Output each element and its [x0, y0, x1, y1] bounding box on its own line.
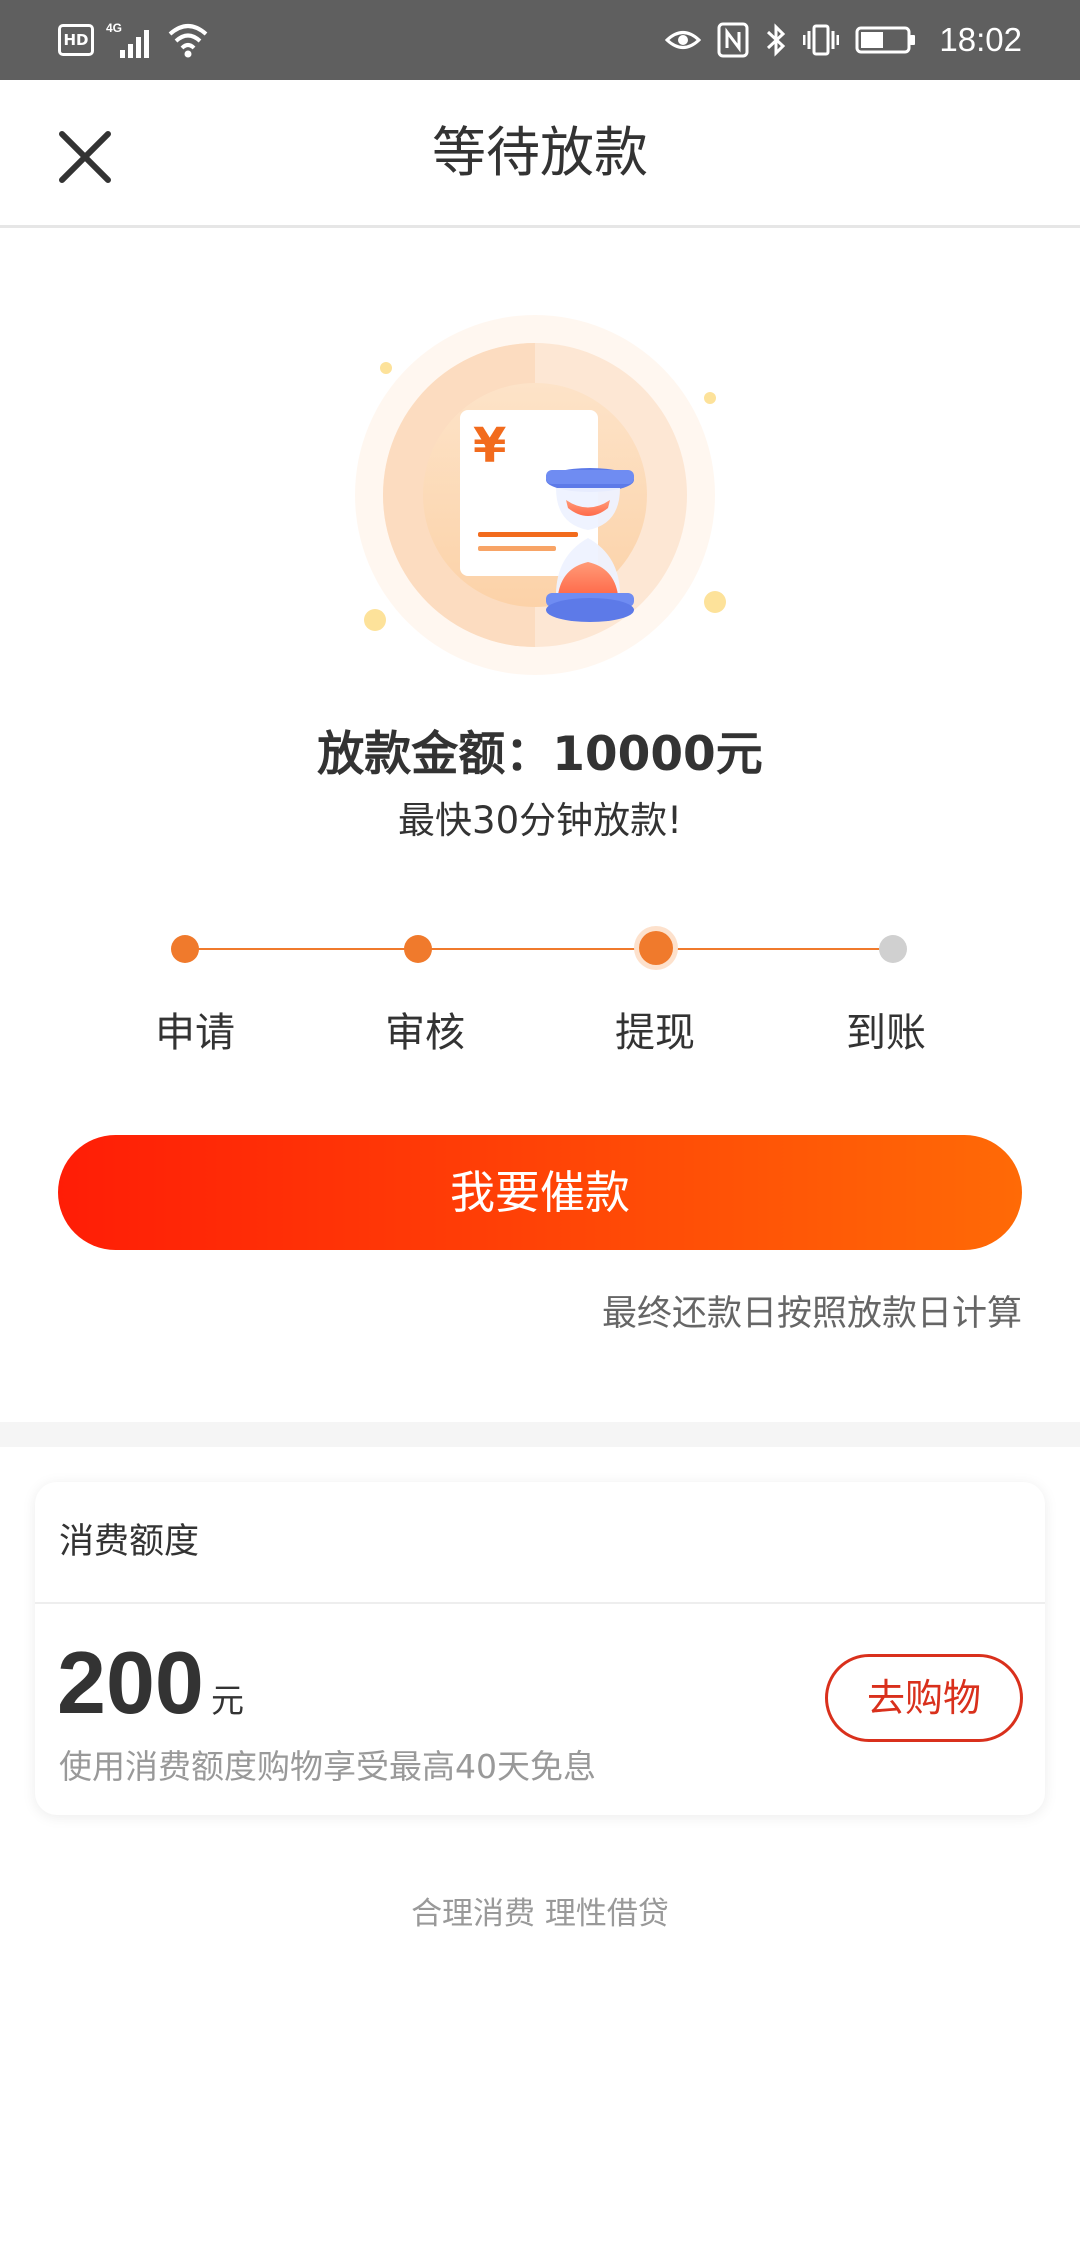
vibrate-icon [803, 24, 840, 56]
step-connector [185, 948, 418, 950]
step-dot-apply [171, 935, 199, 963]
network-type: 4G [106, 21, 122, 35]
step-dot-arrive [879, 935, 907, 963]
credit-separator [35, 1602, 1045, 1604]
step-connector [656, 948, 893, 950]
go-shopping-button[interactable]: 去购物 [825, 1654, 1023, 1742]
status-time: 18:02 [939, 21, 1022, 58]
hd-badge: HD [58, 24, 94, 56]
progress-steps: 申请 审核 提现 到账 [0, 926, 1080, 1060]
cellular-signal-icon: 4G [106, 21, 149, 58]
step-dot-withdraw [639, 931, 673, 965]
credit-description: 使用消费额度购物享受最高40天免息 [59, 1747, 596, 1786]
repay-note: 最终还款日按照放款日计算 [601, 1294, 1022, 1334]
battery-icon [855, 26, 916, 54]
bluetooth-icon [767, 23, 786, 57]
waiting-illustration: ¥ [340, 310, 740, 680]
nfc-icon [717, 22, 749, 58]
close-button[interactable] [50, 122, 120, 192]
credit-title: 消费额度 [59, 1522, 200, 1562]
step-dot-review [404, 935, 432, 963]
status-bar: HD 4G 18:02 [0, 0, 1080, 80]
step-label-arrive: 到账 [846, 1010, 926, 1056]
status-left: HD 4G [58, 0, 210, 80]
credit-amount: 200 [57, 1633, 204, 1732]
eye-icon [665, 31, 702, 49]
loan-amount: 放款金额：10000元 [317, 727, 763, 782]
step-label-withdraw: 提现 [615, 1010, 695, 1056]
page-title: 等待放款 [432, 121, 648, 184]
close-icon [59, 131, 111, 183]
urge-payment-button[interactable]: 我要催款 [58, 1135, 1022, 1250]
wifi-icon [168, 24, 208, 58]
credit-unit: 元 [211, 1681, 244, 1720]
step-label-review: 审核 [385, 1010, 465, 1056]
loan-subtitle: 最快30分钟放款! [398, 799, 682, 842]
step-connector [418, 948, 656, 950]
status-right: 18:02 [665, 0, 1022, 80]
yen-symbol: ¥ [473, 418, 506, 474]
footer-slogan: 合理消费 理性借贷 [411, 1896, 669, 1932]
app-header: 等待放款 [0, 80, 1080, 228]
step-label-apply: 申请 [155, 1010, 235, 1056]
hourglass-document-icon: ¥ [355, 315, 726, 675]
consumer-credit-card: 消费额度 200 元 使用消费额度购物享受最高40天免息 去购物 [35, 1482, 1045, 1815]
section-divider [0, 1422, 1080, 1447]
